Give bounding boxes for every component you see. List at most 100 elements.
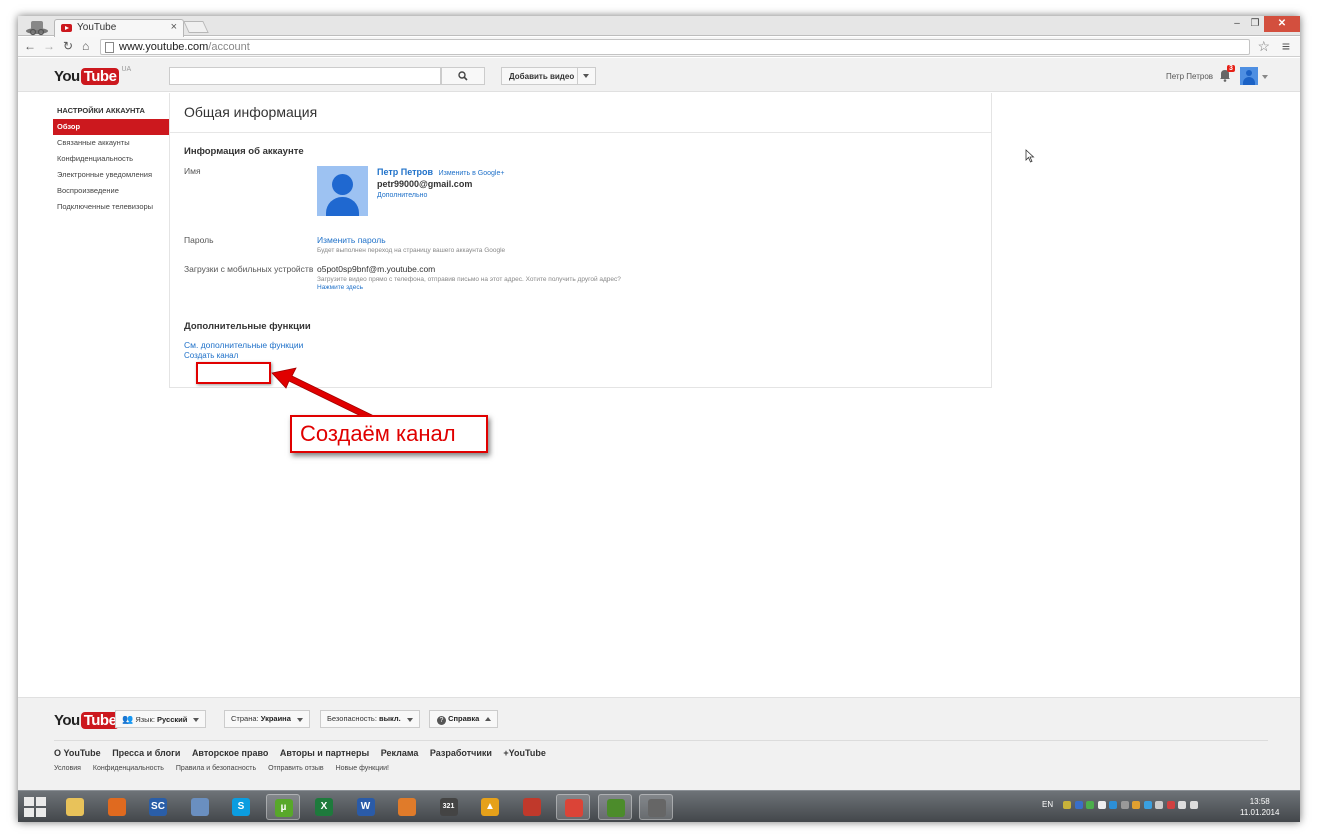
taskbar-app-excel[interactable]: X [307,794,341,820]
account-overview-panel: Общая информация Информация об аккаунте … [169,93,992,388]
help-icon: ? [437,716,446,725]
edit-in-google-link[interactable]: Изменить в Google+ [439,170,505,177]
tray-icon[interactable] [1097,801,1106,809]
utorrent-icon: µ [274,799,293,817]
browser-toolbar: ← → ↻ ⌂ www.youtube.com/account ☆ ≡ [18,37,1300,57]
taskbar-app-skype[interactable]: S [224,794,258,820]
search-input[interactable] [169,67,441,85]
system-clock[interactable]: 13:58 11.01.2014 [1240,796,1279,818]
password-note: Будет выполнен переход на страницу вашег… [317,247,506,254]
taskbar-app-screen-capture[interactable]: SC [141,794,175,820]
taskbar-app-nvidia[interactable] [597,794,632,820]
footer-link-advertising[interactable]: Реклама [381,748,419,758]
help-button[interactable]: ? Справка [429,710,499,728]
menu-icon[interactable]: ≡ [1282,38,1290,54]
sidebar-title: НАСТРОЙКИ АККАУНТА [57,106,145,115]
network-icon[interactable] [1178,801,1186,809]
user-name[interactable]: Петр Петров [1166,72,1213,81]
bookmark-star-icon[interactable]: ☆ [1257,38,1270,55]
address-bar[interactable]: www.youtube.com/account [100,39,1250,55]
close-window-icon[interactable]: ✕ [1264,16,1300,32]
taskbar-app-utorrent[interactable]: µ [265,794,300,820]
forward-arrow-icon[interactable]: → [43,39,55,53]
taskbar-app-calendar[interactable]: 321 [432,794,466,820]
footer-link-new-features[interactable]: Новые функции! [336,765,389,772]
taskbar-app-recorder[interactable] [639,794,673,820]
tray-icon[interactable] [1143,801,1152,809]
footer-link-policy[interactable]: Правила и безопасность [176,765,256,772]
footer-link-plus-youtube[interactable]: +YouTube [503,748,545,758]
input-language[interactable]: EN [1042,800,1053,809]
youtube-logo[interactable]: You Tube UA [54,66,131,86]
sidebar-item-linked-accounts[interactable]: Связанные аккаунты [53,135,169,151]
tray-icon[interactable] [1166,801,1175,809]
footer-youtube-logo[interactable]: You Tube [54,710,120,730]
footer-link-feedback[interactable]: Отправить отзыв [268,765,324,772]
taskbar-app-explorer[interactable] [58,794,92,820]
region-label: UA [121,66,132,73]
reload-icon[interactable]: ↻ [63,39,73,53]
sidebar-item-connected-tvs[interactable]: Подключенные телевизоры [53,199,169,215]
sidebar-item-overview[interactable]: Обзор [53,119,169,135]
footer-link-terms[interactable]: Условия [54,765,81,772]
chevron-up-icon [485,717,492,721]
footer-link-developers[interactable]: Разработчики [430,748,492,758]
tray-icon[interactable] [1086,801,1094,809]
account-info-heading: Информация об аккаунте [184,146,304,157]
footer-link-creators[interactable]: Авторы и партнеры [280,748,369,758]
see-extra-features-link[interactable]: См. дополнительные функции [184,340,303,350]
sidebar-item-email-notifications[interactable]: Электронные уведомления [53,167,169,183]
footer-link-about[interactable]: О YouTube [54,748,101,758]
browser-tab[interactable]: YouTube × [54,19,184,37]
mobile-upload-email: o5pot0sp9bnf@m.youtube.com [317,264,436,274]
tray-icon[interactable] [1109,801,1117,809]
profile-picture[interactable] [317,166,368,216]
create-channel-link[interactable]: Создать канал [184,351,238,360]
search-button[interactable] [441,67,485,85]
taskbar-app-network-tool[interactable] [183,794,217,820]
sidebar-item-privacy[interactable]: Конфиденциальность [53,151,169,167]
taskbar-app-faststone[interactable] [390,794,424,820]
safety-selector[interactable]: Безопасность: выкл. [320,710,420,728]
taskbar-app-word[interactable]: W [349,794,383,820]
chevron-down-icon[interactable] [1262,75,1268,79]
window-controls: – ❐ ✕ [1228,16,1300,34]
more-link[interactable]: Дополнительно [377,192,427,199]
tab-title: YouTube [77,22,117,33]
tray-icon[interactable] [1120,801,1129,809]
change-password-link[interactable]: Изменить пароль [317,235,386,245]
tray-icon[interactable] [1132,801,1140,809]
footer-link-press[interactable]: Пресса и блоги [112,748,180,758]
taskbar-app-aimp[interactable]: ▲ [473,794,507,820]
display-name-link[interactable]: Петр Петров [377,167,433,177]
minimize-icon[interactable]: – [1228,16,1246,32]
tray-icon[interactable] [1063,801,1071,809]
footer-link-privacy[interactable]: Конфиденциальность [93,765,164,772]
click-here-link[interactable]: Нажмите здесь [317,284,363,291]
language-selector[interactable]: 👥 Язык: Русский [115,710,207,728]
taskbar-app-disk-tool[interactable] [515,794,549,820]
sidebar-item-playback[interactable]: Воспроизведение [53,183,169,199]
speaker-icon[interactable] [1189,801,1198,809]
tray-icon[interactable] [1074,801,1083,809]
upload-button[interactable]: Добавить видео [501,67,596,85]
country-selector[interactable]: Страна: Украина [224,710,310,728]
footer-link-copyright[interactable]: Авторское право [192,748,268,758]
taskbar-app-pen-tool[interactable] [100,794,134,820]
new-tab-button[interactable] [183,21,209,33]
disk-tool-icon [522,798,541,816]
pen-tool-icon [107,798,126,816]
home-icon[interactable]: ⌂ [82,39,89,53]
restore-icon[interactable]: ❐ [1246,16,1264,32]
chevron-down-icon[interactable] [583,74,589,78]
youtube-header: You Tube UA Добавить видео Петр Петров 3 [18,58,1300,92]
avatar[interactable] [1240,67,1258,85]
page-title: Общая информация [184,104,318,120]
windows-start-icon[interactable] [23,796,47,818]
incognito-icon [26,21,48,36]
taskbar-app-chrome[interactable] [556,794,590,820]
word-icon: W [356,798,375,816]
tab-close-icon[interactable]: × [171,21,177,33]
tray-icon[interactable] [1155,801,1163,809]
back-arrow-icon[interactable]: ← [24,39,36,53]
